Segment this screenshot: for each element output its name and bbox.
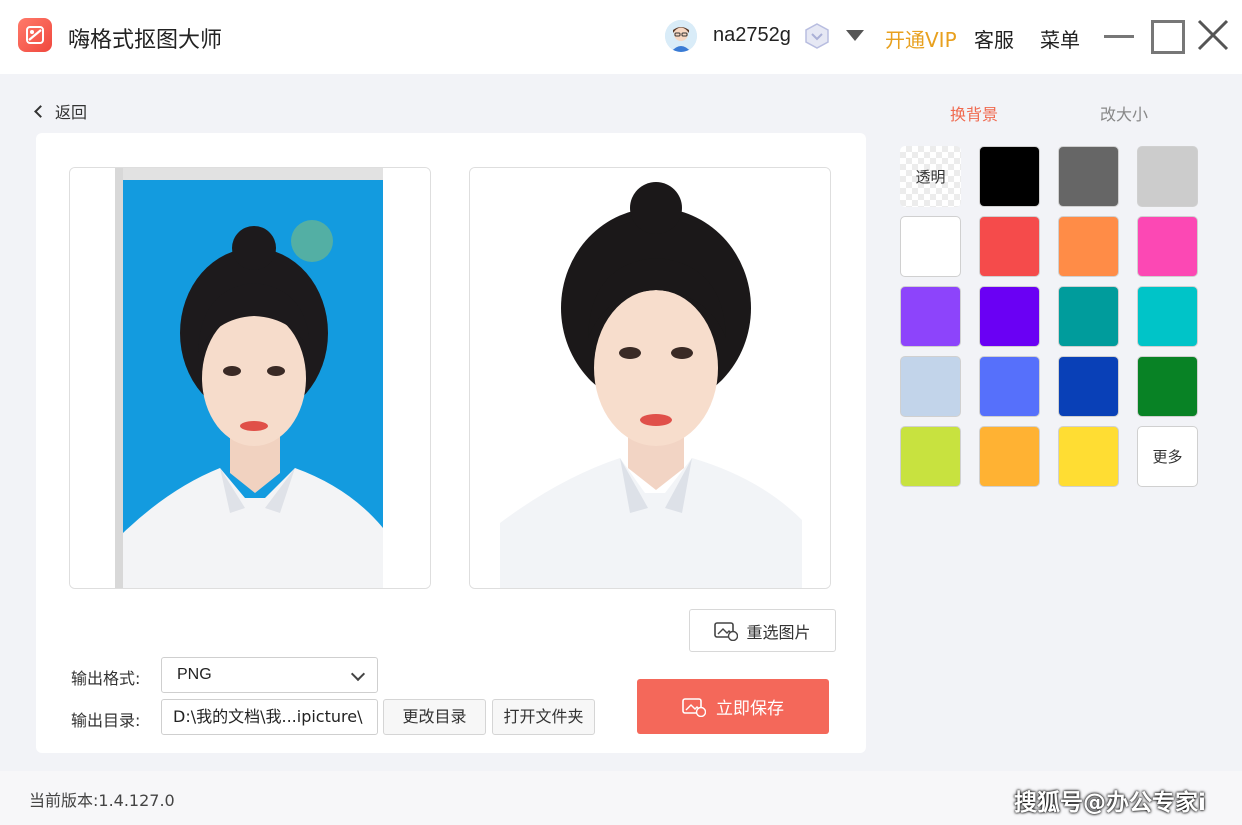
color-swatch[interactable]	[1058, 356, 1119, 417]
color-swatch[interactable]	[900, 286, 961, 347]
original-image-preview	[69, 167, 431, 589]
color-swatch[interactable]	[900, 356, 961, 417]
color-swatch[interactable]	[900, 426, 961, 487]
title-bar: 嗨格式抠图大师 na2752g 开通VIP 客服 菜单	[0, 0, 1242, 74]
swatch-more[interactable]: 更多	[1137, 426, 1198, 487]
color-swatch[interactable]	[979, 286, 1040, 347]
image-save-icon	[682, 697, 706, 717]
footer-bar: 当前版本:1.4.127.0 搜狐号@办公专家i	[0, 771, 1242, 825]
app-title: 嗨格式抠图大师	[68, 28, 223, 53]
version-text: 当前版本:1.4.127.0	[29, 791, 175, 810]
maximize-icon[interactable]	[1150, 18, 1185, 54]
color-swatch[interactable]	[900, 216, 961, 277]
watermark-text: 搜狐号@办公专家i	[1014, 790, 1206, 816]
chevron-left-icon	[34, 104, 47, 118]
scissors-logo-icon	[18, 18, 52, 52]
output-directory-field[interactable]: D:\我的文档\我...ipicture\	[161, 699, 378, 735]
swatch-transparent[interactable]: 透明	[900, 146, 961, 207]
output-format-select[interactable]: PNG	[161, 657, 378, 693]
open-folder-button[interactable]: 打开文件夹	[492, 699, 595, 735]
chevron-down-icon[interactable]	[846, 30, 864, 41]
chevron-down-icon	[350, 666, 366, 682]
save-now-button[interactable]: 立即保存	[637, 679, 829, 734]
customer-service-link[interactable]: 客服	[974, 24, 1014, 53]
minimize-icon[interactable]	[1102, 18, 1136, 52]
color-swatch[interactable]	[979, 426, 1040, 487]
result-image-preview	[469, 167, 831, 589]
back-label: 返回	[55, 103, 88, 122]
color-swatch[interactable]	[979, 146, 1040, 207]
output-format-label: 输出格式:	[71, 669, 141, 688]
output-directory-label: 输出目录:	[71, 711, 141, 730]
color-swatch[interactable]	[1058, 286, 1119, 347]
swatch-label: 更多	[1152, 448, 1183, 466]
change-directory-button[interactable]: 更改目录	[383, 699, 486, 735]
color-swatch[interactable]	[1137, 286, 1198, 347]
tab-change-background[interactable]: 换背景	[950, 101, 998, 125]
close-icon[interactable]	[1196, 18, 1230, 52]
cutout-portrait-image	[470, 168, 830, 588]
image-refresh-icon	[714, 621, 739, 641]
back-button[interactable]: 返回	[34, 99, 88, 123]
color-swatch[interactable]	[1058, 426, 1119, 487]
original-portrait-image	[70, 168, 430, 588]
open-vip-link[interactable]: 开通VIP	[885, 24, 957, 53]
tab-resize[interactable]: 改大小	[1100, 101, 1148, 125]
color-swatch[interactable]	[1137, 146, 1198, 207]
color-swatch[interactable]	[1137, 356, 1198, 417]
vip-badge-icon	[803, 22, 831, 50]
user-avatar[interactable]	[665, 20, 697, 52]
swatch-label: 透明	[915, 168, 946, 186]
reselect-image-label: 重选图片	[746, 622, 811, 642]
reselect-image-button[interactable]: 重选图片	[689, 609, 836, 652]
color-swatch[interactable]	[1058, 216, 1119, 277]
color-swatch[interactable]	[1137, 216, 1198, 277]
menu-link[interactable]: 菜单	[1040, 24, 1080, 53]
save-now-label: 立即保存	[716, 699, 784, 719]
editor-card: 重选图片 输出格式: PNG 输出目录: D:\我的文档\我...ipictur…	[36, 133, 866, 753]
color-swatch[interactable]	[979, 356, 1040, 417]
username[interactable]: na2752g	[713, 24, 791, 47]
color-swatch[interactable]	[1058, 146, 1119, 207]
color-swatch[interactable]	[979, 216, 1040, 277]
output-format-value: PNG	[177, 666, 212, 683]
